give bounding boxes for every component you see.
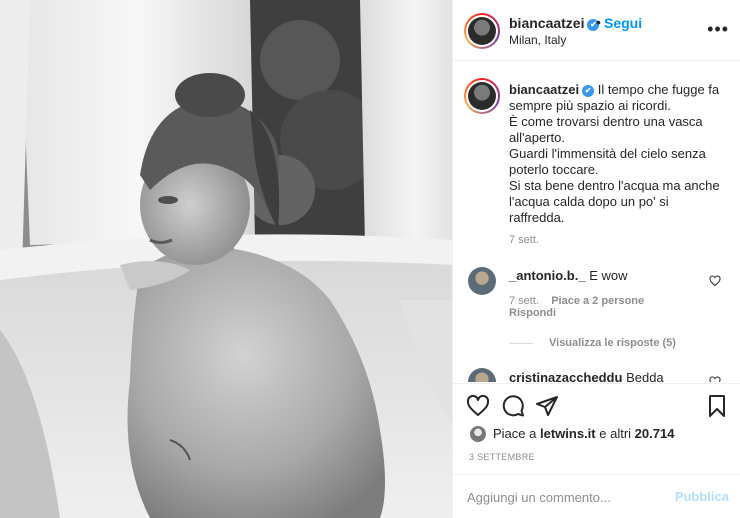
- caption-line: l'acqua calda dopo un po' si: [509, 194, 669, 209]
- publish-button[interactable]: Pubblica: [675, 489, 729, 504]
- caption-line: all'aperto.: [509, 130, 565, 145]
- post-header: biancaatzei ✔ • Segui Milan, Italy •••: [453, 0, 740, 61]
- post-photo[interactable]: [0, 0, 452, 518]
- post-sidebar: biancaatzei ✔ • Segui Milan, Italy ••• bi…: [452, 0, 740, 518]
- comment-input[interactable]: [467, 487, 667, 507]
- caption-line: Il tempo che fugge fa: [597, 82, 720, 97]
- liker-avatar: [469, 425, 487, 443]
- likes-count[interactable]: 20.714: [635, 426, 675, 441]
- caption-line: raffredda.: [509, 210, 565, 225]
- comment-body: cristinazaccheddu Bedda: [509, 370, 664, 382]
- comment-timestamp[interactable]: 7 sett.: [509, 295, 539, 307]
- view-replies-button[interactable]: Visualizza le risposte (5): [509, 337, 676, 349]
- bookmark-icon[interactable]: [705, 394, 729, 418]
- comment-username[interactable]: _antonio.b._: [509, 268, 586, 283]
- action-bar: [453, 383, 740, 431]
- replies-divider: [509, 342, 533, 344]
- heart-icon[interactable]: [466, 394, 490, 418]
- caption-timestamp[interactable]: 7 sett.: [509, 234, 539, 246]
- paper-plane-icon[interactable]: [535, 394, 559, 418]
- likes-connector: e altri: [599, 426, 632, 441]
- likes-prefix: Piace a: [493, 426, 537, 441]
- caption-line: Si sta bene dentro l'acqua ma anche: [509, 178, 720, 193]
- caption-line: È come trovarsi dentro una vasca: [509, 114, 703, 129]
- add-comment-bar: Pubblica: [453, 474, 740, 518]
- comment-body: _antonio.b._ E wow: [509, 268, 627, 283]
- author-avatar[interactable]: [464, 13, 500, 49]
- post-date[interactable]: 3 SETTEMBRE: [469, 452, 535, 462]
- more-options-icon[interactable]: •••: [707, 20, 729, 38]
- likes-summary[interactable]: Piace a letwins.it e altri 20.714: [469, 425, 674, 443]
- author-username[interactable]: biancaatzei ✔: [509, 15, 600, 31]
- liker-username[interactable]: letwins.it: [540, 426, 596, 441]
- post-photo-graphic: [0, 0, 452, 518]
- comment-text: E wow: [589, 268, 628, 283]
- caption-line: poterlo toccare.: [509, 162, 599, 177]
- caption-author-avatar[interactable]: [464, 78, 500, 114]
- verified-badge-icon: ✔: [582, 85, 595, 97]
- view-replies-label: Visualizza le risposte (5): [549, 337, 676, 349]
- comments-list[interactable]: biancaatzei ✔ Il tempo che fugge fa sempr…: [453, 62, 740, 382]
- commenter-avatar[interactable]: [468, 368, 496, 382]
- comment-text: Bedda: [626, 370, 664, 382]
- caption-username[interactable]: biancaatzei ✔: [509, 82, 595, 97]
- commenter-avatar[interactable]: [468, 267, 496, 295]
- separator-dot: •: [596, 14, 601, 30]
- post-caption: biancaatzei ✔ Il tempo che fugge fa sempr…: [509, 82, 729, 226]
- post-location[interactable]: Milan, Italy: [509, 33, 566, 47]
- comment-username[interactable]: cristinazaccheddu: [509, 370, 622, 382]
- comment-heart-icon[interactable]: [709, 275, 721, 287]
- reply-button[interactable]: Rispondi: [509, 307, 556, 319]
- comment-icon[interactable]: [501, 394, 525, 418]
- follow-button[interactable]: Segui: [604, 15, 642, 31]
- caption-line: sempre più spazio ai ricordi.: [509, 98, 671, 113]
- caption-line: Guardi l'immensità del cielo senza: [509, 146, 706, 161]
- comment-heart-icon[interactable]: [709, 376, 721, 382]
- comment-meta: 7 sett. Piace a 2 persone: [509, 295, 644, 307]
- comment-likes[interactable]: Piace a 2 persone: [551, 295, 644, 307]
